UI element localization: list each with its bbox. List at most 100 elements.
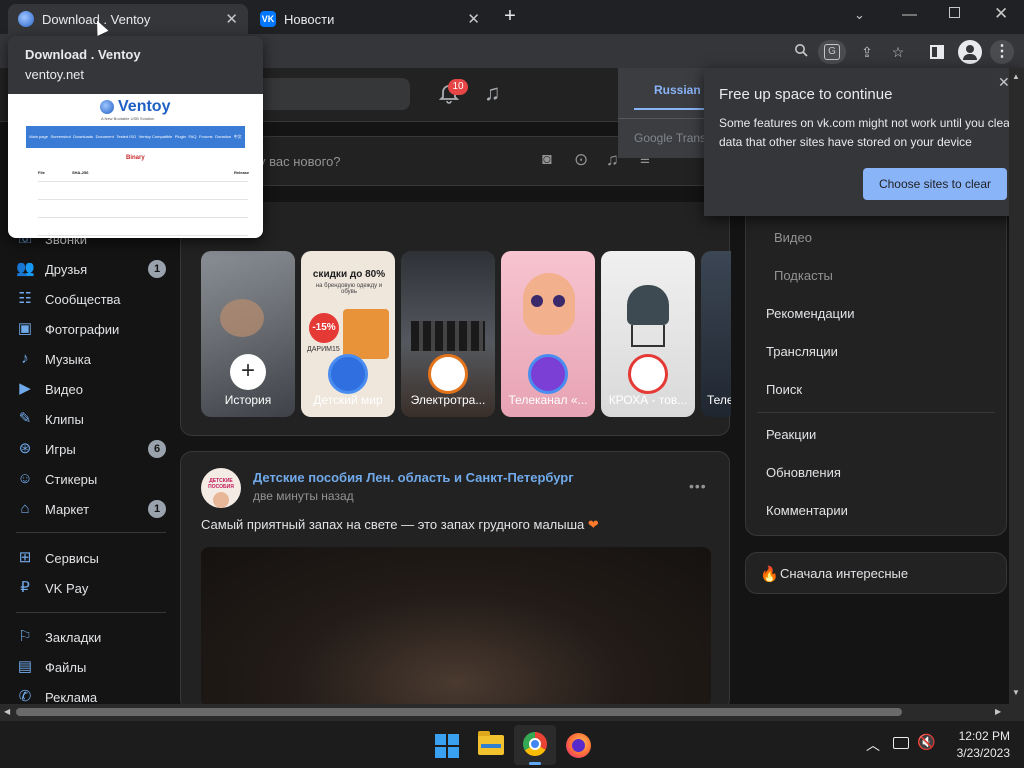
horizontal-scrollbar[interactable]: ◀ ▶ bbox=[0, 704, 1024, 720]
sidebar-item-stickers[interactable]: ☺ Стикеры bbox=[16, 464, 186, 494]
story-electrotransport[interactable]: Электротра... bbox=[401, 251, 495, 417]
sidebar-item-vkpay[interactable]: ₽ VK Pay bbox=[16, 573, 186, 603]
sidebar-item-files[interactable]: ▤ Файлы bbox=[16, 652, 186, 682]
sidebar-item-bookmarks[interactable]: ⚐ Закладки bbox=[16, 622, 186, 652]
scroll-right-icon[interactable]: ▶ bbox=[995, 707, 1001, 716]
sidebar-item-label: Стикеры bbox=[45, 471, 98, 487]
new-tab-icon[interactable]: + bbox=[500, 6, 520, 26]
restore-icon[interactable] bbox=[949, 7, 960, 18]
translate-button[interactable]: G bbox=[818, 40, 846, 64]
clock-time[interactable]: 12:02 PM bbox=[948, 729, 1010, 743]
feed-sort-button[interactable]: 🔥 Сначала интересные bbox=[745, 552, 1007, 594]
story-stroller-frame bbox=[631, 325, 665, 347]
clock-date[interactable]: 3/23/2023 bbox=[942, 746, 1010, 760]
story-promo-code: ДАРИМ15 bbox=[307, 346, 340, 353]
story-photo-child bbox=[220, 299, 264, 337]
tab-news[interactable]: VK Новости ✕ bbox=[250, 4, 490, 34]
video-upload-icon[interactable]: ⊙ bbox=[574, 150, 588, 170]
add-story-icon: + bbox=[230, 354, 266, 390]
story-avatar bbox=[328, 354, 368, 394]
chrome-taskbar-button[interactable] bbox=[514, 725, 556, 765]
post-photo[interactable] bbox=[201, 547, 711, 707]
thumb-menu-item: Ventoy Compatible bbox=[138, 134, 173, 139]
sidebar-item-video[interactable]: ▶ Видео bbox=[16, 374, 186, 404]
popup-close-icon[interactable]: ✕ bbox=[998, 74, 1010, 91]
close-window-icon[interactable]: ✕ bbox=[994, 4, 1008, 24]
music-player-icon[interactable]: ♫ bbox=[484, 80, 501, 106]
search-icon[interactable] bbox=[792, 43, 810, 61]
story-create[interactable]: + История bbox=[201, 251, 295, 417]
post-author-link[interactable]: Детские пособия Лен. область и Санкт-Пет… bbox=[253, 470, 574, 485]
close-tab-icon[interactable]: ✕ bbox=[467, 10, 480, 28]
scrollbar-thumb[interactable] bbox=[16, 708, 902, 716]
sidebar-item-label: VK Pay bbox=[45, 580, 89, 596]
post-author-avatar[interactable]: ДЕТСКИЕ ПОСОБИЯ bbox=[201, 468, 241, 508]
clips-icon: ✎ bbox=[18, 410, 32, 427]
volume-muted-icon[interactable]: 🔇 bbox=[917, 733, 936, 751]
minimize-icon[interactable]: — bbox=[902, 6, 917, 23]
vk-favicon-icon: VK bbox=[260, 11, 276, 27]
post-more-icon[interactable]: ••• bbox=[689, 478, 707, 494]
ventoy-logo-icon bbox=[100, 100, 114, 114]
story-telekanal-2[interactable]: Теле bbox=[701, 251, 731, 417]
feed-filter-video[interactable]: Видео bbox=[774, 230, 812, 245]
chrome-menu-icon[interactable]: ⋮ bbox=[990, 40, 1014, 64]
thumb-logo: Ventoy bbox=[118, 98, 171, 115]
bookmark-star-icon[interactable]: ☆ bbox=[889, 43, 907, 61]
show-hidden-icons-icon[interactable]: ︿ bbox=[866, 735, 880, 755]
post-input-placeholder[interactable]: у вас нового? bbox=[259, 154, 341, 169]
story-doll-eye bbox=[553, 295, 565, 307]
post-timestamp[interactable]: две минуты назад bbox=[253, 489, 354, 503]
feed-filter-podcasts[interactable]: Подкасты bbox=[774, 268, 833, 283]
story-stroller bbox=[627, 285, 669, 325]
firefox-icon[interactable] bbox=[566, 733, 591, 758]
tab-ventoy[interactable]: Download . Ventoy ✕ bbox=[8, 4, 248, 34]
vertical-scrollbar[interactable]: ▲ ▼ bbox=[1009, 68, 1024, 704]
feed-filter-updates[interactable]: Обновления bbox=[766, 465, 841, 480]
choose-sites-button[interactable]: Choose sites to clear bbox=[863, 168, 1007, 200]
file-explorer-icon[interactable] bbox=[478, 731, 504, 755]
profile-avatar-icon[interactable] bbox=[958, 40, 982, 64]
sidebar-item-market[interactable]: ⌂ Маркет 1 bbox=[16, 494, 186, 524]
hovercard-title: Download . Ventoy bbox=[25, 47, 141, 62]
sidebar-item-music[interactable]: ♪ Музыка bbox=[16, 344, 186, 374]
scroll-left-icon[interactable]: ◀ bbox=[4, 707, 10, 716]
translate-google-label: Google Trans bbox=[634, 131, 707, 145]
feed-filter-reactions[interactable]: Реакции bbox=[766, 427, 816, 442]
story-label: Теле bbox=[707, 393, 731, 407]
scroll-up-icon[interactable]: ▲ bbox=[1012, 72, 1020, 81]
feed-filter-broadcasts[interactable]: Трансляции bbox=[766, 344, 838, 359]
post-text-content: Самый приятный запах на свете — это запа… bbox=[201, 517, 585, 532]
thumb-menu-bar: Main page Screenshot Downloads Document … bbox=[26, 126, 245, 148]
network-icon[interactable] bbox=[893, 737, 909, 749]
side-panel-icon[interactable] bbox=[928, 43, 946, 61]
tab-search-chevron-icon[interactable]: ⌄ bbox=[854, 7, 865, 23]
story-kroha[interactable]: КРОХА - тов... bbox=[601, 251, 695, 417]
vk-search-input[interactable] bbox=[250, 78, 410, 110]
feed-filter-search[interactable]: Поиск bbox=[766, 382, 802, 397]
translate-language-tab[interactable]: Russian bbox=[634, 80, 708, 110]
story-label: Детский мир bbox=[313, 393, 383, 407]
friends-count-badge: 1 bbox=[148, 260, 166, 278]
close-tab-icon[interactable]: ✕ bbox=[225, 10, 238, 28]
windows-start-icon[interactable] bbox=[435, 734, 459, 758]
music-attach-icon[interactable]: ♫ bbox=[606, 150, 619, 170]
hovercard-thumbnail: Ventoy A New Bootable USB Solution Main … bbox=[8, 94, 263, 238]
stickers-icon: ☺ bbox=[17, 470, 33, 487]
market-count-badge: 1 bbox=[148, 500, 166, 518]
sidebar-item-services[interactable]: ⊞ Сервисы bbox=[16, 543, 186, 573]
story-telekanal[interactable]: Телеканал «... bbox=[501, 251, 595, 417]
camera-icon[interactable]: ◙ bbox=[542, 151, 552, 169]
feed-filter-recommendations[interactable]: Рекомендации bbox=[766, 306, 855, 321]
share-icon[interactable]: ⇪ bbox=[858, 43, 876, 61]
sidebar-item-friends[interactable]: 👥 Друзья 1 bbox=[16, 254, 186, 284]
sidebar-item-communities[interactable]: ☷ Сообщества bbox=[16, 284, 186, 314]
feed-filter-comments[interactable]: Комментарии bbox=[766, 503, 848, 518]
sidebar-item-photos[interactable]: ▣ Фотографии bbox=[16, 314, 186, 344]
sidebar-item-label: Видео bbox=[45, 381, 83, 397]
story-promo-badge: -15% bbox=[309, 313, 339, 343]
sidebar-item-games[interactable]: ⊛ Игры 6 bbox=[16, 434, 186, 464]
scroll-down-icon[interactable]: ▼ bbox=[1012, 688, 1020, 697]
sidebar-item-clips[interactable]: ✎ Клипы bbox=[16, 404, 186, 434]
story-detskiy-mir[interactable]: скидки до 80% на брендовую одежду и обув… bbox=[301, 251, 395, 417]
